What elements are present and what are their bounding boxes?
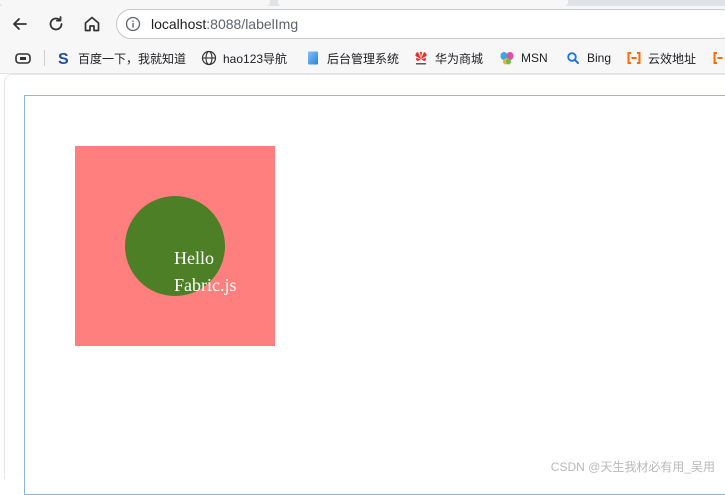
- svg-text:S: S: [58, 51, 69, 66]
- canvas-text-line-1: Hello: [174, 248, 214, 268]
- bookmark-msn[interactable]: MSN: [499, 48, 548, 68]
- canvas-text[interactable]: Hello Fabric.js: [174, 245, 237, 299]
- bookmark-label: Bing: [587, 51, 612, 65]
- site-info-icon[interactable]: [125, 16, 141, 32]
- aliyun-icon: [626, 50, 642, 66]
- bookmark-label: 后台管理系统: [327, 51, 400, 66]
- reload-icon: [49, 16, 63, 31]
- bookmark-bing[interactable]: Bing: [565, 48, 611, 68]
- baidu-icon: S: [56, 50, 72, 66]
- apps-icon[interactable]: [14, 50, 32, 66]
- canvas-text-line-2: Fabric.js: [174, 275, 237, 295]
- address-bar[interactable]: localhost:8088/labelImg: [116, 9, 725, 39]
- bookmark-hao123[interactable]: hao123导航: [201, 48, 287, 68]
- url-host: localhost: [151, 16, 207, 32]
- home-icon: [84, 16, 100, 32]
- csdn-watermark: CSDN @天生我材必有用_吴用: [550, 460, 715, 474]
- bookmark-label: hao123导航: [223, 51, 288, 66]
- bookmark-label: 百度一下，我就知道: [78, 51, 187, 66]
- bookmark-baidu[interactable]: S 百度一下，我就知道: [56, 48, 186, 68]
- bookmark-huawei[interactable]: 华为商城: [413, 48, 483, 68]
- bookmark-yunxiao[interactable]: 云效地址: [626, 48, 696, 68]
- huawei-icon: [413, 50, 429, 66]
- search-icon: [565, 50, 581, 66]
- bookmark-overflow[interactable]: [712, 48, 725, 68]
- browser-toolbar: localhost:8088/labelImg: [0, 6, 725, 42]
- globe-icon: [201, 50, 217, 66]
- bookmark-label: 华为商城: [435, 51, 484, 66]
- back-arrow-icon: [13, 18, 27, 30]
- msn-icon: [499, 50, 515, 66]
- url-path: :8088/labelImg: [206, 16, 299, 32]
- bookmark-label: 云效地址: [648, 51, 697, 66]
- aliyun-icon: [712, 50, 725, 66]
- back-button[interactable]: [6, 10, 34, 38]
- home-button[interactable]: [78, 10, 106, 38]
- url-text[interactable]: localhost:8088/labelImg: [151, 16, 298, 32]
- bookmarks-separator: [44, 50, 45, 66]
- reload-button[interactable]: [42, 10, 70, 38]
- page-icon: [305, 50, 321, 66]
- bookmark-admin[interactable]: 后台管理系统: [305, 48, 399, 68]
- bookmarks-bar: S 百度一下，我就知道 hao123导航 后台管理系统 华为商城 MSN Bin…: [0, 42, 725, 74]
- bookmark-label: MSN: [521, 51, 548, 65]
